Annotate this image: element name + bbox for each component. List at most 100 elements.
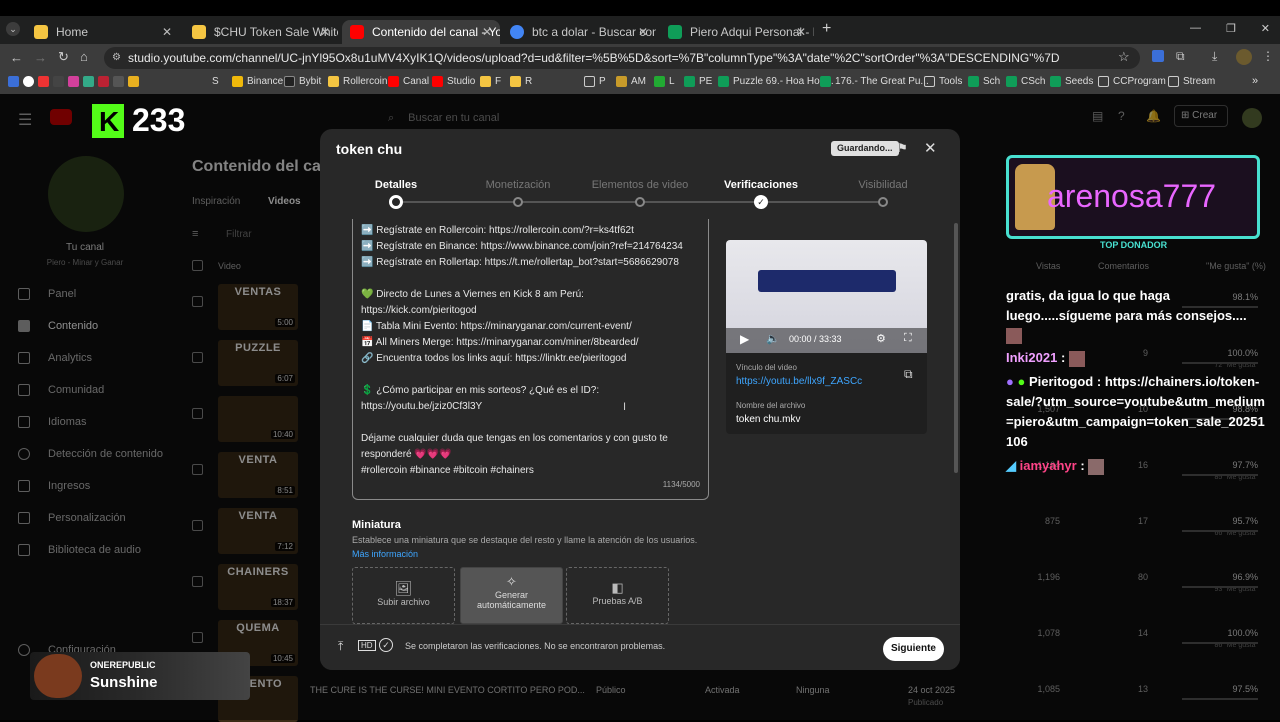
bookmark-great-puzzle[interactable]: 176.- The Great Pu... bbox=[820, 76, 929, 87]
tab-google[interactable]: btc a dolar - Buscar con Google✕ bbox=[502, 20, 656, 44]
bookmark-s[interactable]: S bbox=[212, 76, 219, 87]
reload-icon[interactable]: ↻ bbox=[58, 49, 69, 65]
top-donor-panel: arenosa777 bbox=[1006, 155, 1260, 239]
close-icon[interactable]: ✕ bbox=[482, 25, 492, 39]
check-circle-icon: ✓ bbox=[379, 638, 393, 652]
tab-sheets[interactable]: Piero Adqui Personal - Hojas de✕ bbox=[660, 20, 814, 44]
next-button[interactable]: Siguiente bbox=[883, 637, 944, 661]
forward-icon[interactable]: → bbox=[34, 50, 47, 65]
bookmark-seeds[interactable]: Seeds bbox=[1050, 76, 1093, 87]
report-icon[interactable]: ⚑ bbox=[897, 141, 908, 155]
settings-icon[interactable]: ⚙ bbox=[876, 332, 886, 345]
bookmark-icons-group[interactable] bbox=[8, 76, 143, 87]
extensions-puzzle-icon[interactable]: ⧉ bbox=[1176, 49, 1185, 64]
bookmark-r[interactable]: R bbox=[510, 76, 532, 87]
bookmark-puzzle[interactable]: Puzzle 69.- Hoa Hoa... bbox=[718, 76, 834, 87]
tab-search-button[interactable]: ⌄ bbox=[6, 22, 20, 36]
video-time: 00:00 / 33:33 bbox=[789, 334, 842, 344]
video-player[interactable]: ▶ 🔈 00:00 / 33:33 ⚙ ⛶ bbox=[726, 240, 927, 353]
home-icon[interactable]: ⌂ bbox=[80, 49, 88, 64]
sheets-icon bbox=[668, 25, 682, 39]
volume-icon[interactable]: 🔈 bbox=[766, 332, 780, 345]
dialog-scrollbar[interactable] bbox=[954, 223, 958, 473]
browser-tab-bar: ⌄ Home✕ $CHU Token Sale Whitelist | Ch✕ … bbox=[0, 16, 1280, 44]
bookmark-csch[interactable]: CSch bbox=[1006, 76, 1045, 87]
step-verificaciones[interactable]: Verificaciones bbox=[701, 179, 821, 191]
description-line: #rollercoin #binance #bitcoin #chainers bbox=[361, 465, 534, 476]
step-monetizacion[interactable]: Monetización bbox=[458, 179, 578, 191]
sheets-icon bbox=[1050, 76, 1061, 87]
checks-status: Se completaron las verificaciones. No se… bbox=[405, 641, 666, 651]
verified-badge-icon: ● bbox=[1017, 374, 1026, 389]
bookmark-label: Tools bbox=[939, 76, 963, 87]
fullscreen-icon[interactable]: ⛶ bbox=[904, 332, 912, 345]
bookmark-star-icon[interactable]: ☆ bbox=[1118, 49, 1130, 65]
bookmark-p[interactable]: P bbox=[584, 76, 606, 87]
video-frame-content bbox=[758, 270, 896, 292]
bookmark-icon bbox=[480, 76, 491, 87]
stream-chat: gratis, da igua lo que haga luego.....sí… bbox=[1006, 286, 1266, 476]
bookmark-l[interactable]: L bbox=[654, 76, 675, 87]
close-icon[interactable]: ✕ bbox=[320, 25, 330, 39]
bookmark-label: CCProgram bbox=[1113, 76, 1166, 87]
download-icon[interactable]: ⤓ bbox=[1212, 49, 1217, 64]
upload-thumbnail-button[interactable]: 🖼 Subir archivo bbox=[352, 567, 455, 624]
bookmark-sch[interactable]: Sch bbox=[968, 76, 1000, 87]
more-bookmarks-icon[interactable]: » bbox=[1252, 75, 1258, 87]
close-window-icon[interactable]: ✕ bbox=[1261, 22, 1270, 35]
tab-chu-sale[interactable]: $CHU Token Sale Whitelist | Ch✕ bbox=[184, 20, 338, 44]
minimize-icon[interactable]: — bbox=[1190, 22, 1201, 35]
chat-username: iamyahyr bbox=[1019, 458, 1077, 473]
menu-kebab-icon[interactable]: ⋮ bbox=[1262, 49, 1274, 63]
more-info-link[interactable]: Más información bbox=[352, 549, 418, 559]
bybit-icon bbox=[284, 76, 295, 87]
new-tab-icon[interactable]: + bbox=[822, 20, 831, 38]
close-icon[interactable]: ✕ bbox=[162, 25, 172, 39]
bookmark-canal[interactable]: Canal bbox=[388, 76, 429, 87]
maximize-icon[interactable]: ❐ bbox=[1226, 22, 1236, 35]
bookmark-f[interactable]: F bbox=[480, 76, 501, 87]
bookmark-icon bbox=[8, 76, 19, 87]
profile-avatar[interactable] bbox=[1236, 49, 1252, 65]
bookmark-label: Puzzle 69.- Hoa Hoa... bbox=[733, 76, 834, 87]
bookmark-studio[interactable]: Studio bbox=[432, 76, 475, 87]
close-icon[interactable]: ✕ bbox=[924, 139, 937, 157]
step-check-icon: ✓ bbox=[754, 195, 768, 209]
back-icon[interactable]: ← bbox=[10, 50, 23, 65]
tab-home[interactable]: Home ✕ bbox=[26, 20, 180, 44]
google-icon bbox=[510, 25, 524, 39]
screen-top-bar bbox=[0, 0, 1280, 16]
bookmark-stream[interactable]: Stream bbox=[1168, 76, 1215, 87]
bookmark-icon bbox=[654, 76, 665, 87]
close-icon[interactable]: ✕ bbox=[638, 25, 648, 39]
close-icon[interactable]: ✕ bbox=[796, 25, 806, 39]
auto-generate-button[interactable]: ✧ Generar automáticamente bbox=[460, 567, 563, 624]
upload-icon[interactable]: ⤒ bbox=[338, 639, 343, 654]
copy-icon[interactable]: ⧉ bbox=[904, 367, 913, 382]
extension-icon[interactable] bbox=[1152, 50, 1164, 62]
ab-test-button[interactable]: ◧ Pruebas A/B bbox=[566, 567, 669, 624]
description-line: ➡️ Regístrate en Rollertap: https://t.me… bbox=[361, 257, 679, 268]
video-link[interactable]: https://youtu.be/llx9f_ZASCc bbox=[736, 376, 862, 387]
bookmark-bybit[interactable]: Bybit bbox=[284, 76, 321, 87]
description-line: ➡️ Regístrate en Binance: https://www.bi… bbox=[361, 241, 683, 252]
filename-label: Nombre del archivo bbox=[736, 401, 806, 410]
description-line bbox=[361, 367, 700, 383]
description-textarea[interactable]: ➡️ Regístrate en Rollercoin: https://rol… bbox=[352, 219, 709, 500]
bookmark-am[interactable]: AM bbox=[616, 76, 646, 87]
bookmark-ccprogram[interactable]: CCProgram bbox=[1098, 76, 1166, 87]
address-bar[interactable]: ⚙ studio.youtube.com/channel/UC-jnYl95Ox… bbox=[104, 47, 1140, 69]
image-upload-icon: 🖼 bbox=[394, 580, 413, 596]
bookmark-icon bbox=[38, 76, 49, 87]
bookmark-pe[interactable]: PE bbox=[684, 76, 712, 87]
step-detalles[interactable]: Detalles bbox=[336, 179, 456, 191]
step-elementos[interactable]: Elementos de video bbox=[580, 179, 700, 191]
player-controls: ▶ 🔈 00:00 / 33:33 ⚙ ⛶ bbox=[726, 328, 927, 353]
bookmark-binance[interactable]: Binance bbox=[232, 76, 283, 87]
tab-studio[interactable]: Contenido del canal - YouTube✕ bbox=[342, 20, 500, 44]
step-visibilidad[interactable]: Visibilidad bbox=[823, 179, 943, 191]
site-info-icon[interactable]: ⚙ bbox=[112, 47, 121, 69]
bookmark-tools[interactable]: Tools bbox=[924, 76, 962, 87]
bookmark-rollercoin[interactable]: Rollercoin bbox=[328, 76, 387, 87]
play-icon[interactable]: ▶ bbox=[740, 332, 749, 346]
